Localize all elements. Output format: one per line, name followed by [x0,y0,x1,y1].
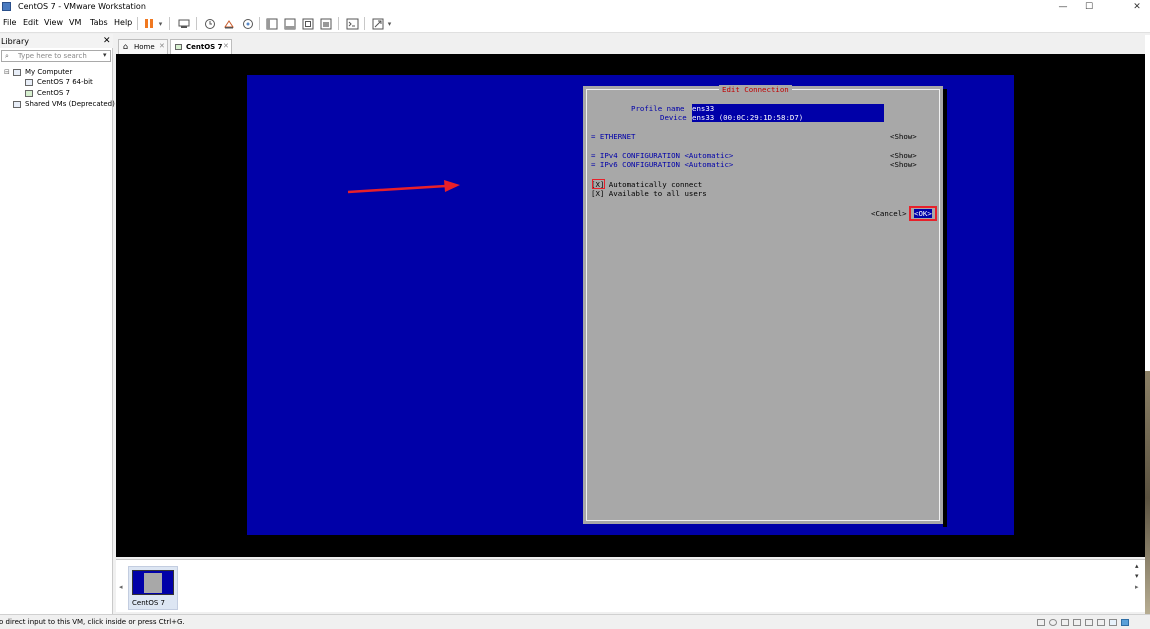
tree-item-shared-vms[interactable]: Shared VMs (Deprecated) [25,100,115,108]
status-text: o direct input to this VM, click inside … [0,618,185,626]
window-title: CentOS 7 - VMware Workstation [18,2,146,11]
my-computer-icon [13,69,21,76]
ethernet-show-button[interactable]: <Show> [890,132,917,141]
vmware-app-icon [2,2,11,11]
network-icon[interactable] [1061,619,1069,626]
ipv6-section[interactable]: = IPv6 CONFIGURATION <Automatic> [591,160,733,169]
edit-connection-dialog: Edit Connection Profile name ens33 Devic… [583,85,943,524]
tree-item-my-computer[interactable]: My Computer [25,68,72,76]
search-placeholder: Type here to search [18,52,87,60]
full-screen-icon[interactable] [300,16,316,31]
cancel-button[interactable]: <Cancel> [871,209,907,218]
tab-bar: ⌂ Home ✕ CentOS 7 ✕ [116,37,1145,54]
close-window-button[interactable]: ✕ [1124,0,1150,14]
tab-home[interactable]: ⌂ Home ✕ [118,39,168,54]
maximize-button[interactable]: ☐ [1076,0,1102,14]
all-users-checkbox[interactable]: [X] Available to all users [591,189,707,198]
search-dropdown-icon[interactable]: ▾ [103,51,107,59]
vm-console[interactable]: Edit Connection Profile name ens33 Devic… [116,54,1145,557]
tree-item-centos-64bit[interactable]: CentOS 7 64-bit [37,78,93,86]
thumb-scroll-up-icon[interactable]: ▴ [1135,562,1139,570]
sound-icon[interactable] [1085,619,1093,626]
home-icon: ⌂ [123,42,129,51]
thumb-scroll-right-icon[interactable]: ▸ [1135,583,1139,591]
profile-name-field[interactable]: ens33 [692,104,884,113]
dialog-title: Edit Connection [719,85,792,94]
thumb-scroll-left-icon[interactable]: ◂ [119,583,123,591]
show-thumbnail-bar-icon[interactable] [282,16,298,31]
cd-drive-icon[interactable] [1049,619,1057,626]
pause-icon[interactable] [141,16,157,31]
message-icon[interactable] [1121,619,1129,626]
guest-screen[interactable]: Edit Connection Profile name ens33 Devic… [247,75,1014,535]
send-ctrl-alt-del-icon[interactable] [176,16,192,31]
menu-tabs[interactable]: Tabs [90,18,108,27]
device-label: Device [660,113,687,122]
running-vm-icon [25,90,33,97]
toolbar-separator [259,17,260,30]
ok-highlight [909,206,937,221]
printer-icon[interactable] [1097,619,1105,626]
toolbar-separator [364,17,365,30]
library-close-button[interactable]: ✕ [103,36,111,46]
stretch-view-icon[interactable] [370,16,386,31]
checkbox-highlight [592,179,605,189]
thumbnail-label: CentOS 7 [132,599,166,607]
vm-tab-icon [175,44,182,50]
menu-view[interactable]: View [44,18,63,27]
power-dropdown-icon[interactable]: ▾ [156,16,165,31]
snapshot-manager-icon[interactable] [240,16,256,31]
menu-toolbar: File Edit View VM Tabs Help ▾ ▾ [0,14,1150,33]
toolbar-separator [169,17,170,30]
auto-connect-checkbox[interactable]: [X] Automatically connect [591,180,702,189]
thumbnail-centos7[interactable]: CentOS 7 [128,566,178,610]
snapshot-icon[interactable] [202,16,218,31]
menu-help[interactable]: Help [114,18,132,27]
revert-snapshot-icon[interactable] [221,16,237,31]
shared-vms-icon [13,101,21,108]
dialog-shadow [943,89,947,527]
ipv4-section[interactable]: = IPv4 CONFIGURATION <Automatic> [591,151,733,160]
console-view-icon[interactable] [344,16,360,31]
library-title: Library [1,37,29,46]
tab-centos7-close-icon[interactable]: ✕ [223,42,229,50]
vm-icon [25,79,33,86]
annotation-arrow-icon [347,180,460,194]
library-search-input[interactable]: ⌕ Type here to search ▾ [1,50,111,62]
thumbnail-dialog [144,573,162,593]
library-panel: Library ✕ ⌕ Type here to search ▾ ⊟ My C… [0,34,115,614]
menu-vm[interactable]: VM [69,18,81,27]
menu-edit[interactable]: Edit [23,18,39,27]
tree-collapse-icon[interactable]: ⊟ [4,68,10,76]
search-icon: ⌕ [5,52,9,60]
toolbar-separator [338,17,339,30]
tree-item-centos[interactable]: CentOS 7 [37,89,70,97]
ipv6-show-button[interactable]: <Show> [890,160,917,169]
toolbar-separator [137,17,138,30]
show-library-icon[interactable] [264,16,280,31]
tab-centos7[interactable]: CentOS 7 ✕ [170,39,232,54]
display-icon[interactable] [1109,619,1117,626]
tab-home-label: Home [134,43,155,51]
unity-icon[interactable] [318,16,334,31]
status-bar: o direct input to this VM, click inside … [0,614,1150,629]
toolbar-separator [196,17,197,30]
desktop-background-edge [1145,35,1150,614]
thumb-scroll-down-icon[interactable]: ▾ [1135,572,1139,580]
ipv4-show-button[interactable]: <Show> [890,151,917,160]
thumbnail-preview [132,570,174,595]
device-field[interactable]: ens33 (00:0C:29:1D:58:D7) [692,113,884,122]
usb-icon[interactable] [1073,619,1081,626]
minimize-button[interactable]: — [1050,0,1076,14]
thumbnail-bar: ◂ CentOS 7 ▴ ▾ ▸ [116,559,1145,612]
ethernet-section[interactable]: = ETHERNET [591,132,636,141]
tab-centos7-label: CentOS 7 [186,43,223,51]
profile-name-label: Profile name [631,104,685,113]
menu-file[interactable]: File [3,18,16,27]
tab-home-close-icon[interactable]: ✕ [159,42,165,50]
hard-disk-icon[interactable] [1037,619,1045,626]
library-header: Library ✕ [0,34,113,48]
title-bar: CentOS 7 - VMware Workstation — ☐ ✕ [0,0,1150,14]
stretch-dropdown-icon[interactable]: ▾ [385,16,394,31]
